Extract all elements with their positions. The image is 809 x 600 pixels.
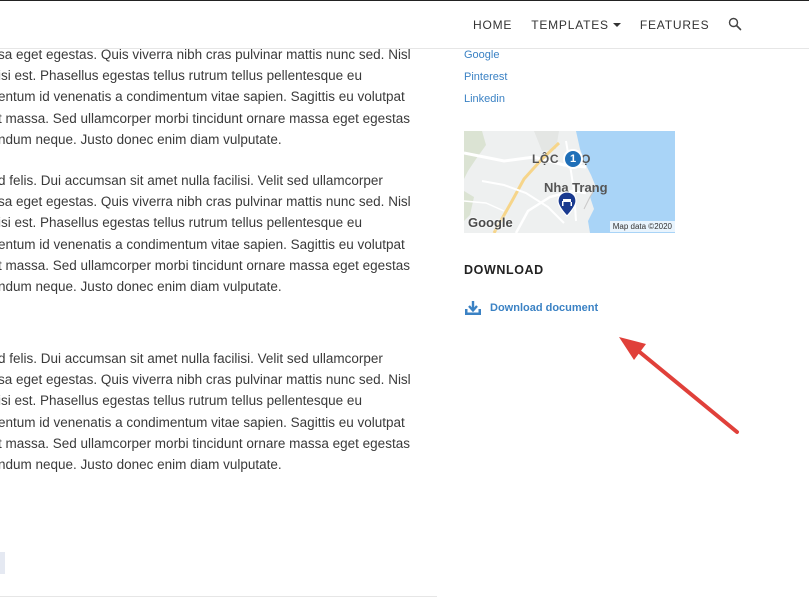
paragraph-2: d felis. Dui accumsan sit amet nulla fac… [0,170,411,297]
content-divider [0,596,437,597]
google-logo: Google [468,215,513,230]
article-line: sa eget egestas. Quis viverra nibh cras … [0,372,411,388]
nav-features[interactable]: FEATURES [640,18,710,32]
social-link-pinterest[interactable]: Pinterest [464,66,507,88]
article-line: t massa. Sed ullamcorper morbi tincidunt… [0,110,410,126]
download-heading: DOWNLOAD [464,263,544,277]
article-line: d felis. Dui accumsan sit amet nulla fac… [0,351,383,366]
download-document-link[interactable]: Download document [464,300,598,316]
search-icon[interactable] [728,17,742,31]
download-icon [465,301,481,315]
nav-templates-label: TEMPLATES [531,18,609,32]
article-line: entum id venenatis a condimentum vitae s… [0,414,405,430]
marker-number: 1 [569,153,577,165]
article-line: isi est. Phasellus egestas tellus rutrum… [0,215,362,231]
article-line: sa eget egestas. Quis viverra nibh cras … [0,194,411,210]
paragraph-1: sa eget egestas. Quis viverra nibh cras … [0,44,411,150]
location-map[interactable]: LỘC Ọ 1 Nha Trang Google Map data ©2020 [464,131,675,233]
article-line: isi est. Phasellus egestas tellus rutrum… [0,393,362,409]
article-line: d felis. Dui accumsan sit amet nulla fac… [0,173,383,188]
main-nav: HOME TEMPLATES FEATURES [473,17,742,32]
tag-chip[interactable] [0,552,5,574]
nav-home-label: HOME [473,18,513,32]
article-line: ndum neque. Justo donec enim diam vulput… [0,457,282,473]
map-marker-cluster[interactable]: 1 [563,149,583,169]
sidebar: Google Pinterest Linkedin LỘC Ọ 1 Nha Tra… [464,44,675,315]
map-attribution: Map data ©2020 [609,221,675,232]
article-line: entum id venenatis a condimentum vitae s… [0,89,405,105]
nav-templates[interactable]: TEMPLATES [531,18,621,32]
article-body: sa eget egestas. Quis viverra nibh cras … [0,44,436,484]
article-line: entum id venenatis a condimentum vitae s… [0,236,405,252]
article-line: ndum neque. Justo donec enim diam vulput… [0,279,282,295]
top-navbar: HOME TEMPLATES FEATURES [0,0,809,49]
article-line: t massa. Sed ullamcorper morbi tincidunt… [0,435,410,451]
article-line: isi est. Phasellus egestas tellus rutrum… [0,68,362,84]
social-link-linkedin[interactable]: Linkedin [464,88,507,110]
download-link-label: Download document [490,302,599,314]
paragraph-3: d felis. Dui accumsan sit amet nulla fac… [0,348,411,475]
district-label-text: LỘC [532,152,560,166]
caret-down-icon [612,23,621,27]
nav-home[interactable]: HOME [473,18,512,32]
article-line: t massa. Sed ullamcorper morbi tincidunt… [0,257,410,273]
nav-features-label: FEATURES [639,18,710,32]
hotel-pin-icon[interactable] [557,191,577,217]
article-line: ndum neque. Justo donec enim diam vulput… [0,131,282,147]
